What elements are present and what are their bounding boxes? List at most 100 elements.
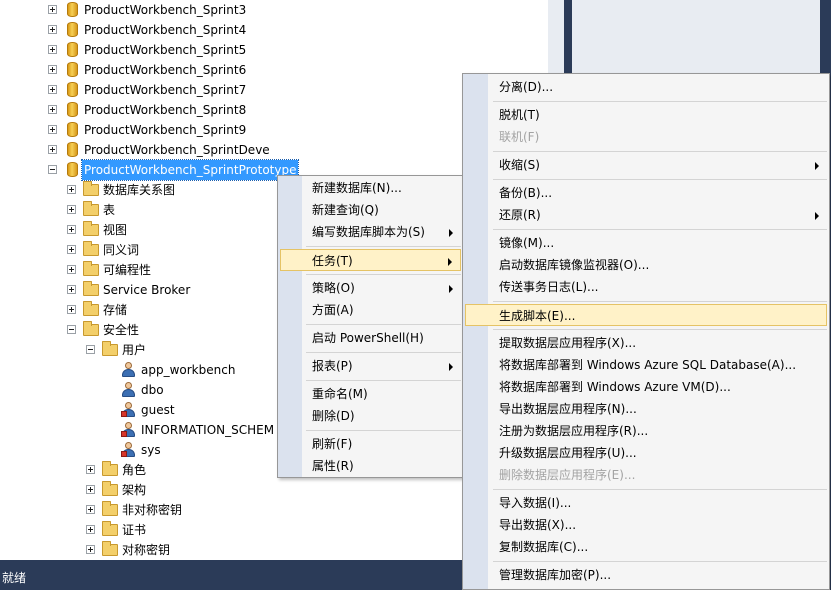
expand-icon[interactable] [67, 185, 76, 194]
menu-item-new-query[interactable]: 新建查询(Q) [280, 199, 461, 221]
tree-node-folder[interactable]: 架构 [86, 480, 276, 500]
expand-icon[interactable] [86, 465, 95, 474]
expand-icon[interactable] [48, 105, 57, 114]
menu-item-deploy-to-azure-vm[interactable]: 将数据库部署到 Windows Azure VM(D)... [465, 376, 827, 398]
tree-node-folder[interactable]: 安全性 [67, 320, 277, 340]
expand-icon[interactable] [48, 145, 57, 154]
collapse-icon[interactable] [86, 345, 95, 354]
menu-item-properties[interactable]: 属性(R) [280, 455, 461, 477]
tree-node-folder[interactable]: 同义词 [67, 240, 277, 260]
expand-icon[interactable] [48, 85, 57, 94]
folder-label: 角色 [122, 463, 147, 477]
database-icon [67, 22, 78, 37]
tree-node-folder[interactable]: 证书 [86, 520, 276, 540]
database-label: ProductWorkbench_Sprint6 [84, 63, 247, 77]
menu-item-rename[interactable]: 重命名(M) [280, 383, 461, 405]
folder-label: 用户 [122, 343, 147, 357]
menu-separator [306, 380, 461, 381]
menu-separator [493, 561, 827, 562]
tree-node-database[interactable]: ProductWorkbench_Sprint4 [48, 20, 308, 40]
tree-node-database[interactable]: ProductWorkbench_Sprint8 [48, 100, 308, 120]
tree-node-database[interactable]: ProductWorkbench_Sprint9 [48, 120, 308, 140]
menu-item-manage-database-encryption[interactable]: 管理数据库加密(P)... [465, 564, 827, 586]
menu-item-upgrade-data-tier-application[interactable]: 升级数据层应用程序(U)... [465, 442, 827, 464]
database-icon [67, 82, 78, 97]
tree-node-folder[interactable]: 表 [67, 200, 277, 220]
expand-icon[interactable] [67, 265, 76, 274]
tree-node-database[interactable]: ProductWorkbench_SprintDeve [48, 140, 308, 160]
expand-icon[interactable] [86, 505, 95, 514]
menu-item-backup[interactable]: 备份(B)... [465, 182, 827, 204]
menu-item-ship-transaction-logs[interactable]: 传送事务日志(L)... [465, 276, 827, 298]
expand-icon[interactable] [67, 225, 76, 234]
menu-item-detach[interactable]: 分离(D)... [465, 76, 827, 98]
expand-icon[interactable] [86, 485, 95, 494]
menu-item-reports[interactable]: 报表(P) [280, 355, 461, 377]
tree-node-folder[interactable]: 角色 [86, 460, 276, 480]
tree-node-folder[interactable]: 可编程性 [67, 260, 277, 280]
menu-item-refresh[interactable]: 刷新(F) [280, 433, 461, 455]
menu-separator [493, 179, 827, 180]
folder-label: 架构 [122, 483, 147, 497]
menu-item-start-powershell[interactable]: 启动 PowerShell(H) [280, 327, 461, 349]
menu-item-copy-database[interactable]: 复制数据库(C)... [465, 536, 827, 558]
expand-icon[interactable] [48, 125, 57, 134]
folder-label: 可编程性 [103, 263, 152, 277]
tree-node-folder[interactable]: 视图 [67, 220, 277, 240]
expand-icon[interactable] [48, 25, 57, 34]
menu-item-mirror[interactable]: 镜像(M)... [465, 232, 827, 254]
database-icon [67, 42, 78, 57]
menu-item-export-data[interactable]: 导出数据(X)... [465, 514, 827, 536]
tree-node-folder[interactable]: 数据库关系图 [67, 180, 277, 200]
expand-icon[interactable] [67, 305, 76, 314]
expand-icon[interactable] [48, 65, 57, 74]
tree-node-user[interactable]: sys [121, 440, 276, 460]
tree-node-database[interactable]: ProductWorkbench_Sprint5 [48, 40, 308, 60]
menu-item-take-offline[interactable]: 脱机(T) [465, 104, 827, 126]
menu-item-shrink[interactable]: 收缩(S) [465, 154, 827, 176]
database-label: ProductWorkbench_SprintDeve [84, 143, 270, 157]
tree-node-database[interactable]: ProductWorkbench_Sprint7 [48, 80, 308, 100]
tree-node-database[interactable]: ProductWorkbench_Sprint3 [48, 0, 308, 20]
menu-item-new-database[interactable]: 新建数据库(N)... [280, 177, 461, 199]
expand-icon[interactable] [48, 45, 57, 54]
menu-separator [493, 151, 827, 152]
expand-icon[interactable] [86, 545, 95, 554]
tree-node-folder[interactable]: Service Broker [67, 280, 277, 300]
collapse-icon[interactable] [67, 325, 76, 334]
collapse-icon[interactable] [48, 165, 57, 174]
user-icon [121, 442, 135, 458]
menu-item-launch-mirroring-monitor[interactable]: 启动数据库镜像监视器(O)... [465, 254, 827, 276]
menu-item-deploy-to-azure-sql[interactable]: 将数据库部署到 Windows Azure SQL Database(A)... [465, 354, 827, 376]
menu-item-extract-data-tier-application[interactable]: 提取数据层应用程序(X)... [465, 332, 827, 354]
expand-icon[interactable] [86, 525, 95, 534]
menu-separator [493, 489, 827, 490]
menu-item-restore[interactable]: 还原(R) [465, 204, 827, 226]
tree-node-folder[interactable]: 存储 [67, 300, 277, 320]
menu-item-register-data-tier-application[interactable]: 注册为数据层应用程序(R)... [465, 420, 827, 442]
expand-icon[interactable] [67, 245, 76, 254]
menu-item-policies[interactable]: 策略(O) [280, 277, 461, 299]
tree-node-user[interactable]: dbo [121, 380, 276, 400]
tree-node-user[interactable]: INFORMATION_SCHEM [121, 420, 276, 440]
expand-icon[interactable] [48, 5, 57, 14]
tree-node-user[interactable]: guest [121, 400, 276, 420]
menu-item-delete[interactable]: 删除(D) [280, 405, 461, 427]
expand-icon[interactable] [67, 205, 76, 214]
tree-node-folder[interactable]: 非对称密钥 [86, 500, 276, 520]
menu-item-script-database-as[interactable]: 编写数据库脚本为(S) [280, 221, 461, 243]
menu-item-export-data-tier-application[interactable]: 导出数据层应用程序(N)... [465, 398, 827, 420]
tree-node-folder[interactable]: 用户 [86, 340, 276, 360]
menu-item-facets[interactable]: 方面(A) [280, 299, 461, 321]
menu-item-generate-scripts[interactable]: 生成脚本(E)... [465, 304, 827, 326]
menu-item-import-data[interactable]: 导入数据(I)... [465, 492, 827, 514]
database-label: ProductWorkbench_Sprint5 [84, 43, 247, 57]
menu-item-tasks[interactable]: 任务(T) [280, 249, 461, 271]
expand-icon[interactable] [67, 285, 76, 294]
tree-node-user[interactable]: app_workbench [121, 360, 276, 380]
tree-node-database[interactable]: ProductWorkbench_Sprint6 [48, 60, 308, 80]
tree-node-folder[interactable]: 对称密钥 [86, 540, 276, 560]
database-label: ProductWorkbench_Sprint7 [84, 83, 247, 97]
tree-node-database-selected[interactable]: ProductWorkbench_SprintPrototype [48, 159, 308, 181]
menu-separator [306, 430, 461, 431]
